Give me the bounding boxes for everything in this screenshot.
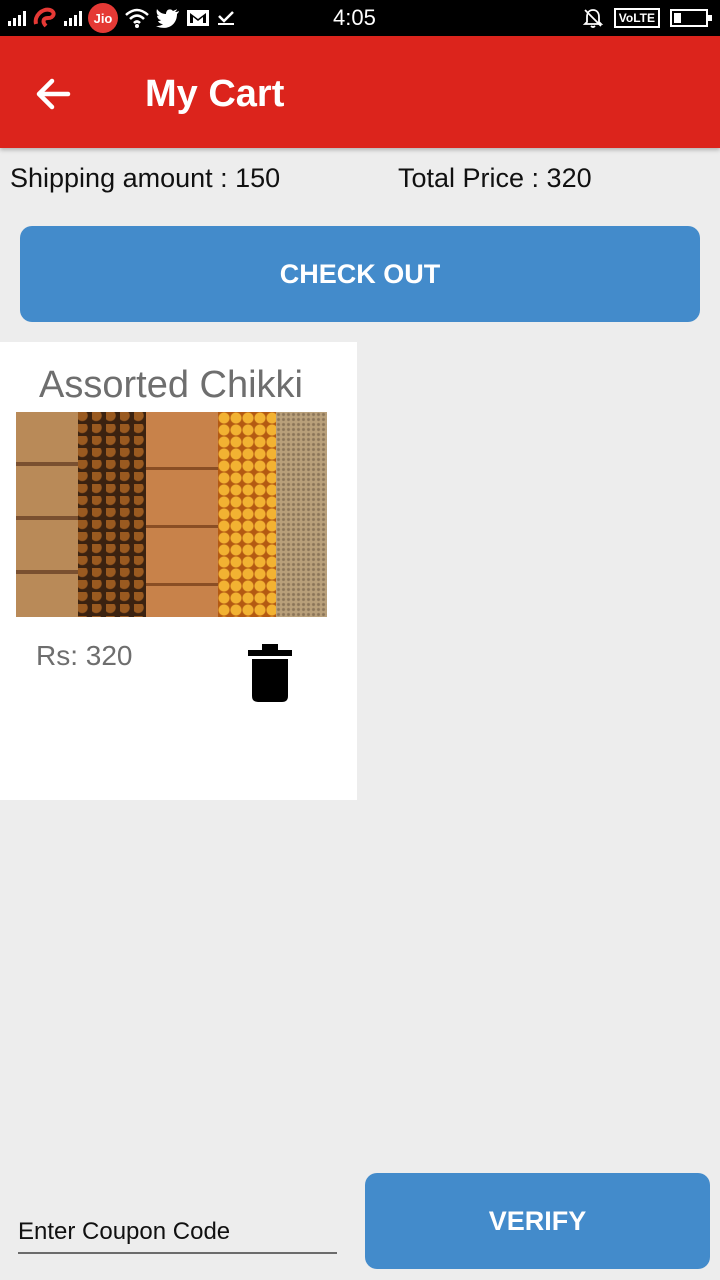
gmail-icon	[187, 10, 209, 26]
product-image[interactable]	[16, 412, 327, 617]
battery-icon	[670, 9, 712, 27]
status-left-icons: Jio	[8, 3, 236, 33]
shipping-amount: Shipping amount : 150	[10, 163, 281, 193]
product-price: Rs: 320	[36, 640, 133, 671]
cart-item-card: Assorted Chikki Rs: 320	[0, 342, 357, 800]
notifications-off-icon	[582, 9, 603, 28]
signal-icon-2	[64, 10, 82, 26]
twitter-icon	[156, 9, 179, 28]
coupon-code-input[interactable]	[18, 1212, 337, 1254]
product-name: Assorted Chikki	[39, 364, 303, 406]
arrow-left-icon	[36, 78, 71, 110]
download-check-icon	[218, 11, 234, 25]
wifi-icon	[125, 8, 149, 28]
airtel-logo-icon	[33, 7, 56, 28]
status-time: 4:05	[333, 5, 376, 30]
trash-icon[interactable]	[248, 644, 292, 702]
back-button[interactable]	[30, 72, 82, 116]
signal-icon	[8, 10, 26, 26]
total-price: Total Price : 320	[398, 163, 592, 193]
volte-badge: VoLTE	[613, 8, 660, 28]
page-title: My Cart	[145, 73, 285, 115]
checkout-button[interactable]: CHECK OUT	[20, 226, 700, 322]
jio-badge-icon: Jio	[88, 3, 118, 33]
verify-button[interactable]: VERIFY	[365, 1173, 710, 1269]
app-bar: My Cart	[0, 36, 720, 148]
status-right-icons: VoLTE	[582, 4, 712, 32]
status-bar: Jio 4:05 VoLTE	[0, 0, 720, 36]
